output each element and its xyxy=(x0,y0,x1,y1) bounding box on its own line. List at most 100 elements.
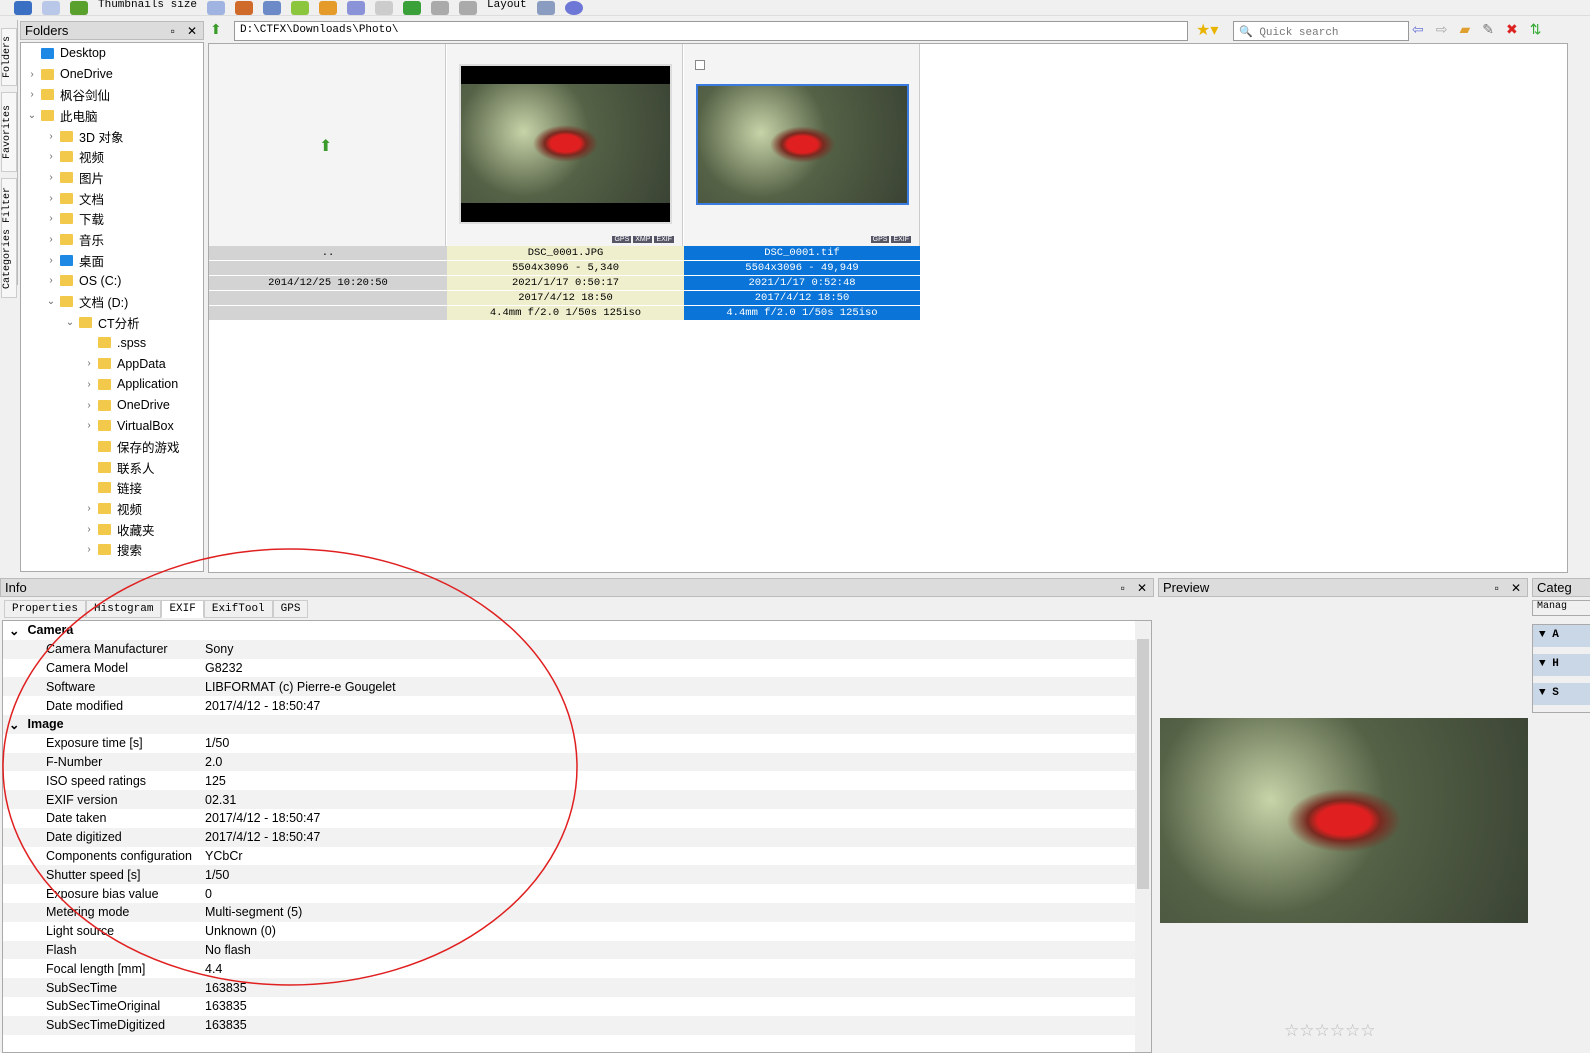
folder-icon xyxy=(60,254,73,266)
sort-icon[interactable] xyxy=(70,0,88,15)
search-forward-icon[interactable]: ⇨ xyxy=(1436,21,1448,38)
chevron-icon[interactable]: ⌄ xyxy=(25,110,39,121)
folder-tree-item[interactable]: ⌄ 文档 (D:) xyxy=(21,291,203,312)
rename-icon[interactable]: ✎ xyxy=(1482,21,1494,38)
forward-icon[interactable] xyxy=(375,0,394,15)
refresh-icon[interactable]: ⇅ xyxy=(1530,21,1542,38)
chevron-icon[interactable]: › xyxy=(82,400,96,411)
up-folder-icon[interactable]: ⬆ xyxy=(210,21,222,38)
chevron-icon[interactable]: › xyxy=(44,213,58,224)
favorite-star-icon[interactable]: ★▾ xyxy=(1196,20,1218,40)
float-icon[interactable]: ▫ xyxy=(1121,581,1125,595)
folder-tree-item[interactable]: › 文档 xyxy=(21,188,203,209)
folder-tree-item[interactable]: › 桌面 xyxy=(21,250,203,271)
chevron-icon[interactable]: ⌄ xyxy=(63,317,77,328)
folder-tree-item[interactable]: › 枫谷剑仙 xyxy=(21,84,203,105)
chevron-icon[interactable]: › xyxy=(82,503,96,514)
chevron-icon[interactable]: › xyxy=(44,193,58,204)
folder-tree-item[interactable]: › 视频 xyxy=(21,498,203,519)
new-folder-icon[interactable]: ▰ xyxy=(1459,21,1470,38)
exif-value: 163835 xyxy=(205,1018,247,1033)
folder-label: 保存的游戏 xyxy=(117,440,180,455)
chevron-icon[interactable]: ⌄ xyxy=(44,296,58,307)
select-checkbox[interactable] xyxy=(695,60,705,70)
folder-icon xyxy=(60,192,73,204)
expand-icon[interactable]: ▼ xyxy=(1539,658,1552,670)
expand-icon[interactable]: ▼ xyxy=(1539,629,1552,641)
chevron-icon[interactable]: › xyxy=(25,89,39,100)
chevron-icon[interactable]: › xyxy=(25,69,39,80)
expand-icon[interactable]: ▼ xyxy=(1539,687,1552,699)
chevron-icon[interactable]: › xyxy=(82,524,96,535)
address-bar[interactable]: D:\CTFX\Downloads\Photo\ xyxy=(234,21,1188,41)
tab-categories-filter[interactable]: Categories Filter xyxy=(1,178,17,298)
rating-stars[interactable]: ☆☆☆☆☆☆ xyxy=(1284,1021,1375,1041)
search-back-icon[interactable]: ⇦ xyxy=(1412,21,1424,38)
chevron-icon[interactable]: › xyxy=(44,131,58,142)
folder-tree-item[interactable]: › VirtualBox xyxy=(21,415,203,436)
folder-tree-item[interactable]: ⌄ CT分析 xyxy=(21,312,203,333)
category-item[interactable]: ▼ S xyxy=(1533,683,1590,705)
folder-label: OneDrive xyxy=(117,398,170,413)
folder-tree-item[interactable]: › OS (C:) xyxy=(21,271,203,292)
folder-tree-item[interactable]: › Application xyxy=(21,374,203,395)
float-icon[interactable]: ▫ xyxy=(1495,581,1499,595)
save-icon[interactable] xyxy=(14,0,32,15)
chevron-icon[interactable]: › xyxy=(82,379,96,390)
folder-tree-item[interactable]: › 图片 xyxy=(21,167,203,188)
float-icon[interactable]: ▫ xyxy=(171,24,175,38)
chevron-icon[interactable]: › xyxy=(44,234,58,245)
folder-tree-item[interactable]: ⌄ 此电脑 xyxy=(21,105,203,126)
bookmark-icon[interactable] xyxy=(235,0,254,15)
folder-icon xyxy=(60,296,73,308)
chevron-icon[interactable]: › xyxy=(44,151,58,162)
camera-icon[interactable] xyxy=(263,0,282,15)
close-icon[interactable]: ✕ xyxy=(1511,581,1521,595)
folder-icon xyxy=(98,502,111,514)
close-icon[interactable]: ✕ xyxy=(1137,581,1147,595)
page-icon[interactable] xyxy=(207,0,226,15)
folder-tree-item[interactable]: › 下载 xyxy=(21,209,203,230)
chevron-icon[interactable]: › xyxy=(44,255,58,266)
rotate-right-icon[interactable] xyxy=(459,0,478,15)
layout-button[interactable]: Layout xyxy=(487,0,527,11)
rotate-left-icon[interactable] xyxy=(431,0,450,15)
folder-tree-item[interactable]: › 收藏夹 xyxy=(21,519,203,540)
vertical-scrollbar[interactable] xyxy=(1135,621,1151,1052)
folder-tree-item[interactable]: › OneDrive xyxy=(21,395,203,416)
manage-button[interactable]: Manag xyxy=(1532,600,1590,616)
quick-search-input[interactable]: 🔍 Quick search xyxy=(1233,21,1409,41)
folder-label: 枫谷剑仙 xyxy=(60,89,111,104)
settings-icon[interactable] xyxy=(536,0,555,15)
delete-icon[interactable]: ✖ xyxy=(1506,21,1518,38)
move-to-icon[interactable] xyxy=(319,0,338,15)
folder-tree-item[interactable]: › 视频 xyxy=(21,146,203,167)
thumbnails-size-button[interactable]: Thumbnails size xyxy=(98,0,197,11)
close-icon[interactable]: ✕ xyxy=(187,24,197,38)
folder-tree-item[interactable]: › 音乐 xyxy=(21,229,203,250)
up-icon[interactable] xyxy=(403,0,422,15)
folder-tree-item[interactable]: Desktop xyxy=(21,43,203,64)
folder-tree-item[interactable]: › AppData xyxy=(21,353,203,374)
category-item[interactable]: ▼ H xyxy=(1533,654,1590,676)
tab-folders[interactable]: Folders xyxy=(1,28,17,86)
chevron-icon[interactable]: › xyxy=(44,275,58,286)
thumbnail-size: 5504x3096 - 49,949 xyxy=(684,261,920,276)
category-item[interactable]: ▼ A xyxy=(1533,625,1590,647)
chevron-icon[interactable]: › xyxy=(82,420,96,431)
folder-tree-item[interactable]: .spss xyxy=(21,333,203,354)
folder-tree-item[interactable]: › OneDrive xyxy=(21,64,203,85)
copy-to-icon[interactable] xyxy=(291,0,310,15)
folder-label: AppData xyxy=(117,356,166,371)
help-icon[interactable] xyxy=(564,0,583,15)
folder-tree-item[interactable]: 联系人 xyxy=(21,457,203,478)
thumbnail-taken xyxy=(209,291,447,306)
grid-view-icon[interactable] xyxy=(42,0,60,15)
tab-favorites[interactable]: Favorites xyxy=(1,92,17,172)
folder-tree-item[interactable]: 链接 xyxy=(21,477,203,498)
back-icon[interactable] xyxy=(347,0,366,15)
chevron-icon[interactable]: › xyxy=(82,358,96,369)
folder-tree-item[interactable]: › 3D 对象 xyxy=(21,126,203,147)
chevron-icon[interactable]: › xyxy=(44,172,58,183)
folder-tree-item[interactable]: 保存的游戏 xyxy=(21,436,203,457)
